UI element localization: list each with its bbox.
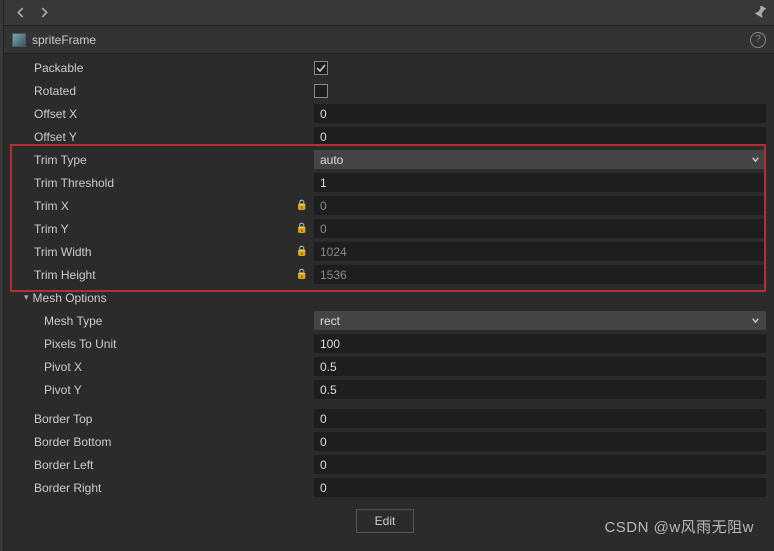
- inspector-header: spriteFrame ?: [4, 26, 774, 54]
- borderright-label: Border Right: [34, 481, 294, 495]
- trimheight-label: Trim Height: [34, 268, 294, 282]
- chevron-down-icon: ▾: [24, 292, 29, 303]
- meshtype-select[interactable]: rect: [314, 311, 766, 330]
- offsety-label: Offset Y: [34, 130, 294, 144]
- borderright-input[interactable]: [314, 478, 766, 497]
- offsetx-label: Offset X: [34, 107, 294, 121]
- meshtype-value: rect: [320, 314, 340, 328]
- borderleft-label: Border Left: [34, 458, 294, 472]
- nav-back-button[interactable]: [10, 3, 30, 23]
- packable-label: Packable: [34, 61, 294, 75]
- bordertop-input[interactable]: [314, 409, 766, 428]
- trimthreshold-label: Trim Threshold: [34, 176, 294, 190]
- trimthreshold-input[interactable]: [314, 173, 766, 192]
- offsetx-input[interactable]: [314, 104, 766, 123]
- borderbottom-input[interactable]: [314, 432, 766, 451]
- pivoty-label: Pivot Y: [44, 383, 294, 397]
- pivotx-label: Pivot X: [44, 360, 294, 374]
- trimtype-value: auto: [320, 153, 343, 167]
- pixelstounit-input[interactable]: [314, 334, 766, 353]
- borderleft-input[interactable]: [314, 455, 766, 474]
- trimy-input: [314, 219, 766, 238]
- pivoty-input[interactable]: [314, 380, 766, 399]
- meshtype-label: Mesh Type: [44, 314, 294, 328]
- trimx-input: [314, 196, 766, 215]
- left-divider[interactable]: [0, 0, 4, 551]
- pixelstounit-label: Pixels To Unit: [44, 337, 294, 351]
- trimx-label: Trim X: [34, 199, 294, 213]
- borderbottom-label: Border Bottom: [34, 435, 294, 449]
- top-toolbar: [4, 0, 774, 26]
- nav-forward-button[interactable]: [34, 3, 54, 23]
- offsety-input[interactable]: [314, 127, 766, 146]
- pin-icon[interactable]: [752, 5, 768, 21]
- trimheight-input: [314, 265, 766, 284]
- trimwidth-label: Trim Width: [34, 245, 294, 259]
- mesh-options-section[interactable]: ▾ Mesh Options: [4, 286, 774, 309]
- chevron-down-icon: [751, 314, 760, 328]
- bordertop-label: Border Top: [34, 412, 294, 426]
- inspector-title: spriteFrame: [32, 33, 96, 47]
- trimwidth-input: [314, 242, 766, 261]
- lock-icon: 🔒: [294, 246, 314, 257]
- packable-checkbox[interactable]: [314, 61, 328, 75]
- trimy-label: Trim Y: [34, 222, 294, 236]
- help-icon[interactable]: ?: [750, 32, 766, 48]
- lock-icon: 🔒: [294, 269, 314, 280]
- chevron-down-icon: [751, 153, 760, 167]
- mesh-options-label: Mesh Options: [33, 291, 107, 305]
- pivotx-input[interactable]: [314, 357, 766, 376]
- lock-icon: 🔒: [294, 223, 314, 234]
- trimtype-label: Trim Type: [34, 153, 294, 167]
- rotated-label: Rotated: [34, 84, 294, 98]
- lock-icon: 🔒: [294, 200, 314, 211]
- edit-button[interactable]: Edit: [356, 509, 415, 533]
- spriteframe-icon: [12, 33, 26, 47]
- rotated-checkbox[interactable]: [314, 84, 328, 98]
- trimtype-select[interactable]: auto: [314, 150, 766, 169]
